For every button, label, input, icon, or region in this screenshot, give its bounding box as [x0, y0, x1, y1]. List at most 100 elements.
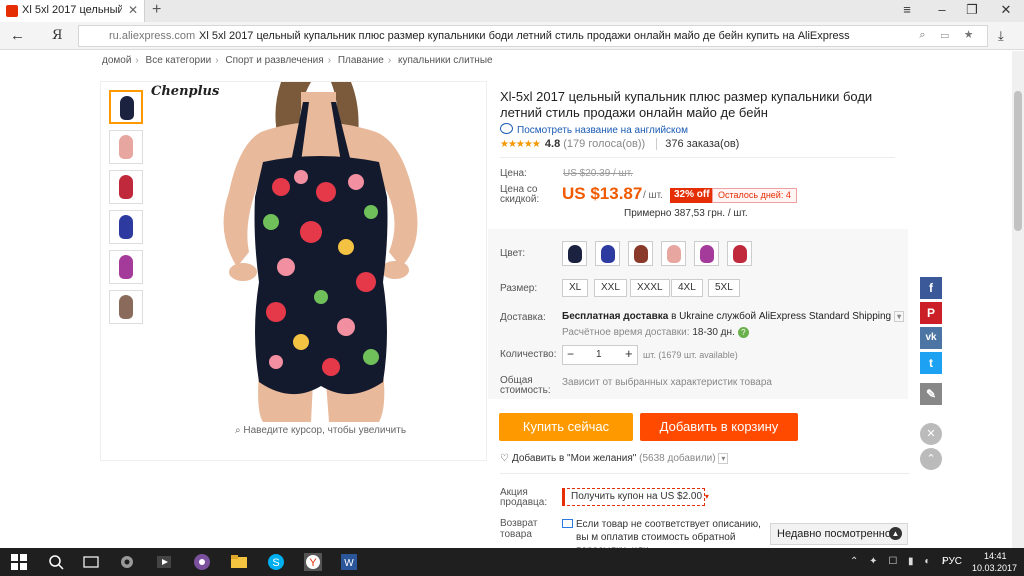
download-icon[interactable]: ⤓ — [998, 28, 1004, 44]
quantity-input[interactable]: 1 — [596, 349, 602, 360]
thumb-swimsuit-image — [119, 215, 133, 239]
color-option[interactable] — [661, 241, 686, 266]
recently-viewed-bar[interactable]: Недавно посмотренное ▲ — [770, 523, 908, 545]
shipping-time-label: Расчётное время доставки: — [562, 327, 690, 338]
color-swatch-image — [700, 245, 714, 263]
thumb-swimsuit-image — [119, 175, 133, 199]
votes-count[interactable]: (179 голоса(ов)) — [563, 138, 645, 150]
search-icon[interactable] — [47, 553, 65, 571]
divider — [500, 157, 895, 158]
word-icon[interactable]: W — [340, 553, 358, 571]
close-window-icon[interactable]: ✕ — [992, 2, 1020, 18]
current-price: US $13.87 — [562, 184, 643, 203]
color-option[interactable] — [694, 241, 719, 266]
size-option-4xl[interactable]: 4XL — [671, 279, 703, 297]
return-label-line1: Возврат — [500, 518, 538, 529]
size-option-xl[interactable]: XL — [562, 279, 589, 297]
media-player-icon[interactable] — [155, 553, 173, 571]
scrollbar-thumb[interactable] — [1014, 91, 1022, 231]
facebook-share-button[interactable]: f — [920, 277, 942, 299]
svg-text:S: S — [272, 557, 279, 569]
wishlist-row[interactable]: ♡ Добавить в "Мои желания" (5638 добавили… — [500, 453, 729, 464]
help-icon[interactable]: ? — [737, 327, 749, 338]
price-label: Цена: — [500, 168, 527, 179]
folder-icon[interactable] — [230, 553, 248, 571]
discount-badge: 32% off — [670, 188, 714, 203]
zoom-hint: ⌕ Наведите курсор, чтобы увеличить — [235, 425, 406, 436]
system-tray-icons[interactable]: ⌃ ✦ ☐ ▮ ◐ ♪ — [850, 556, 950, 567]
breadcrumb-item-sport[interactable]: Спорт и развлечения — [225, 55, 323, 66]
breadcrumb-item-home[interactable]: домой — [102, 55, 131, 66]
url-input[interactable]: ru.aliexpress.com Xl 5xl 2017 цельный ку… — [78, 25, 988, 47]
size-option-5xl[interactable]: 5XL — [708, 279, 740, 297]
size-option-xxl[interactable]: XXL — [594, 279, 627, 297]
tab-title: Xl 5xl 2017 цельный купа — [22, 4, 122, 16]
price-unit: / шт. — [643, 190, 663, 201]
chevron-up-icon: ⌃ — [926, 453, 936, 465]
chevron-down-icon[interactable]: ▾ — [894, 311, 905, 322]
quantity-minus-button[interactable]: − — [567, 347, 574, 361]
twitter-share-button[interactable]: t — [920, 352, 942, 374]
quantity-plus-button[interactable]: + — [625, 346, 633, 361]
url-action-icons[interactable]: ⌕ ▭ ★ — [919, 29, 979, 42]
tab-close-icon[interactable]: ✕ — [128, 3, 138, 17]
quantity-stepper: − 1 + — [562, 345, 638, 365]
size-label: Размер: — [500, 283, 538, 294]
menu-icon[interactable]: ≡ — [893, 2, 921, 17]
total-label-line2: стоимость: — [500, 385, 551, 396]
color-option[interactable] — [595, 241, 620, 266]
skype-icon[interactable]: S — [267, 553, 285, 571]
translate-link[interactable]: Посмотреть название на английском — [500, 123, 688, 136]
task-view-icon[interactable] — [82, 553, 100, 571]
close-icon: ✕ — [926, 428, 936, 440]
gallery-thumb[interactable] — [109, 290, 143, 324]
gallery-thumb[interactable] — [109, 90, 143, 124]
close-share-button[interactable]: ✕ — [920, 423, 942, 445]
breadcrumb-item-swimming[interactable]: Плавание — [338, 55, 384, 66]
language-indicator[interactable]: РУС — [942, 556, 962, 567]
brand-logo: Chenplus — [151, 84, 220, 99]
yandex-browser-icon[interactable]: Y — [304, 553, 322, 571]
new-tab-icon[interactable]: + — [152, 1, 161, 19]
facebook-icon: f — [929, 281, 933, 295]
minimize-icon[interactable]: – — [928, 2, 956, 17]
wishlist-count: (5638 добавили) — [639, 453, 716, 464]
quantity-available: шт. (1679 шт. available) — [643, 350, 738, 360]
edit-button[interactable]: ✎ — [920, 383, 942, 405]
buy-now-button[interactable]: Купить сейчас — [499, 413, 633, 441]
return-policy-text: Если товар не соответствует описанию, вы… — [576, 519, 761, 548]
chevron-down-icon[interactable]: ▾ — [718, 453, 729, 464]
chevron-up-icon[interactable]: ▲ — [889, 527, 902, 540]
breadcrumb-item-all-categories[interactable]: Все категории — [146, 55, 212, 66]
windows-start-icon[interactable] — [10, 553, 28, 571]
color-option[interactable] — [727, 241, 752, 266]
get-coupon-button[interactable]: Получить купон на US $2.00 ▾ — [562, 488, 709, 506]
maximize-icon[interactable]: ❐ — [958, 2, 986, 18]
settings-app-icon[interactable] — [118, 553, 136, 571]
viber-icon[interactable] — [193, 553, 211, 571]
buyer-protection-icon — [562, 519, 573, 528]
page-scrollbar[interactable] — [1012, 51, 1024, 548]
vk-share-button[interactable]: vk — [920, 327, 942, 349]
browser-tab-active[interactable]: Xl 5xl 2017 цельный купа ✕ — [0, 0, 145, 22]
color-option[interactable] — [628, 241, 653, 266]
size-option-xxxl[interactable]: XXXL — [630, 279, 670, 297]
gallery-thumb[interactable] — [109, 170, 143, 204]
gallery-thumb[interactable] — [109, 210, 143, 244]
thumb-swimsuit-image — [120, 96, 134, 120]
pinterest-share-button[interactable]: P — [920, 302, 942, 324]
clock-time[interactable]: 14:41 — [984, 551, 1007, 561]
color-option[interactable] — [562, 241, 587, 266]
clock-date[interactable]: 10.03.2017 — [972, 563, 1017, 573]
main-product-image[interactable]: Chenplus — [151, 82, 481, 422]
gallery-thumb[interactable] — [109, 250, 143, 284]
back-arrow-icon[interactable]: ← — [10, 27, 25, 44]
translate-icon — [500, 123, 513, 134]
pencil-icon: ✎ — [925, 387, 937, 401]
shipping-method[interactable]: Бесплатная доставка в Ukraine службой Al… — [562, 311, 905, 322]
yandex-button[interactable]: Я — [52, 28, 63, 43]
breadcrumb-item-swimsuits[interactable]: купальники слитные — [398, 55, 493, 66]
add-to-cart-button[interactable]: Добавить в корзину — [640, 413, 798, 441]
gallery-thumb[interactable] — [109, 130, 143, 164]
scroll-top-button[interactable]: ⌃ — [920, 448, 942, 470]
